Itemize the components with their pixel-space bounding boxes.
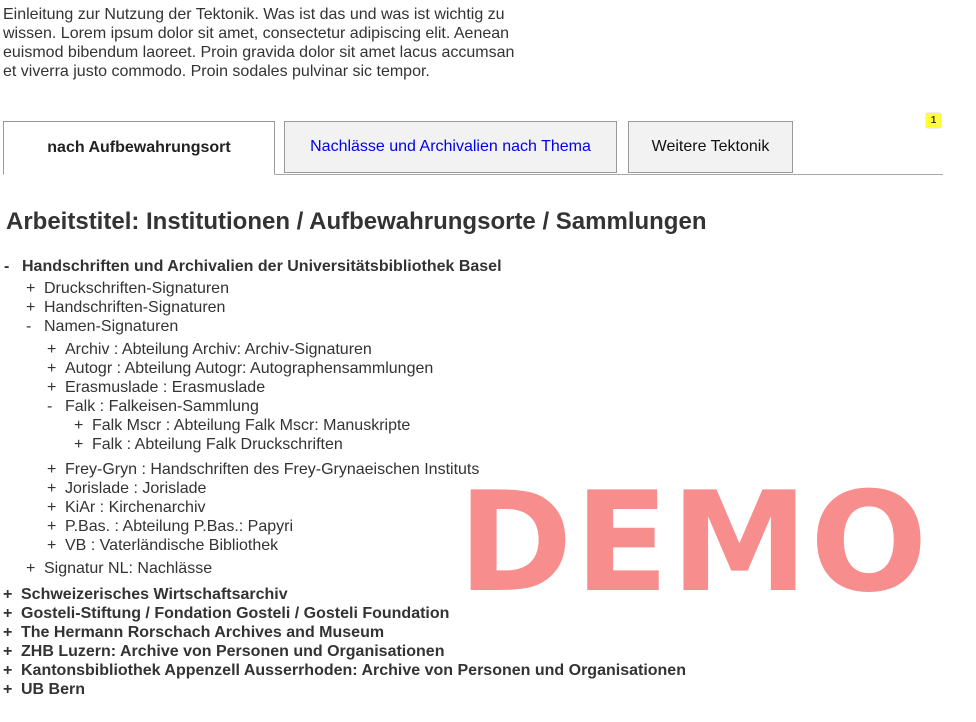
intro-line: euismod bibendum laoreet. Proin gravida … <box>3 44 515 61</box>
tree-node-druckschriften[interactable]: + Druckschriften-Signaturen <box>26 279 229 298</box>
tree-node-label: Erasmuslade : Erasmuslade <box>65 379 266 396</box>
tree-node-rorschach[interactable]: + The Hermann Rorschach Archives and Muse… <box>3 623 384 642</box>
tree-node-falk[interactable]: - Falk : Falkeisen-Sammlung <box>47 397 259 416</box>
intro-line: Einleitung zur Nutzung der Tektonik. Was… <box>3 6 505 23</box>
expand-toggle[interactable]: + <box>74 416 92 435</box>
tab-weitere-tektonik[interactable]: Weitere Tektonik <box>628 121 793 173</box>
tree-node-gosteli[interactable]: + Gosteli-Stiftung / Fondation Gosteli / … <box>3 604 449 623</box>
intro-line: et viverra justo commodo. Proin sodales … <box>3 63 430 80</box>
expand-toggle[interactable]: + <box>3 661 21 680</box>
tree-node-label: Falk Mscr : Abteilung Falk Mscr: Manuskr… <box>92 417 411 434</box>
expand-toggle[interactable]: + <box>3 604 21 623</box>
tree-node-label: Schweizerisches Wirtschaftsarchiv <box>21 586 288 603</box>
expand-toggle[interactable]: + <box>47 359 65 378</box>
intro-line: wissen. Lorem ipsum dolor sit amet, cons… <box>3 25 510 42</box>
tab-aufbewahrungsort[interactable]: nach Aufbewahrungsort <box>3 121 275 175</box>
page-title: Arbeitstitel: Institutionen / Aufbewahru… <box>6 208 707 235</box>
tree-node-label: Jorislade : Jorislade <box>65 480 207 497</box>
tree-node-frey-gryn[interactable]: + Frey-Gryn : Handschriften des Frey-Gryn… <box>47 460 479 479</box>
tree-node-pbas[interactable]: + P.Bas. : Abteilung P.Bas.: Papyri <box>47 517 293 536</box>
tree-node-label: Handschriften und Archivalien der Univer… <box>22 258 502 275</box>
tree-node-label: Kantonsbibliothek Appenzell Ausserrhoden… <box>21 662 686 679</box>
tree-node-label: Namen-Signaturen <box>44 318 179 335</box>
demo-watermark: DEMO <box>458 462 930 623</box>
tree-node-appenzell[interactable]: + Kantonsbibliothek Appenzell Ausserrhode… <box>3 661 686 680</box>
intro-text: Einleitung zur Nutzung der Tektonik. Was… <box>3 5 523 81</box>
expand-toggle[interactable]: + <box>3 585 21 604</box>
expand-toggle[interactable]: + <box>26 279 44 298</box>
expand-toggle[interactable]: + <box>47 460 65 479</box>
tree-node-kiar[interactable]: + KiAr : Kirchenarchiv <box>47 498 206 517</box>
tree-node-label: Signatur NL: Nachlässe <box>44 560 213 577</box>
tree-node-label: ZHB Luzern: Archive von Personen und Org… <box>21 643 445 660</box>
tree-node-ub-basel[interactable]: - Handschriften und Archivalien der Unive… <box>4 257 502 276</box>
tree-node-label: UB Bern <box>21 681 86 698</box>
tree-node-label: Druckschriften-Signaturen <box>44 280 229 297</box>
tree-node-autogr[interactable]: + Autogr : Abteilung Autogr: Autographens… <box>47 359 433 378</box>
tree-node-label: The Hermann Rorschach Archives and Museu… <box>21 624 385 641</box>
tree-node-label: Gosteli-Stiftung / Fondation Gosteli / G… <box>21 605 450 622</box>
expand-toggle[interactable]: + <box>26 298 44 317</box>
expand-toggle[interactable]: + <box>47 378 65 397</box>
expand-toggle[interactable]: + <box>47 498 65 517</box>
expand-toggle[interactable]: + <box>3 642 21 661</box>
tree-node-label: Archiv : Abteilung Archiv: Archiv-Signat… <box>65 341 372 358</box>
expand-toggle[interactable]: + <box>47 479 65 498</box>
tree-node-falk-mscr[interactable]: + Falk Mscr : Abteilung Falk Mscr: Manusk… <box>74 416 410 435</box>
expand-toggle[interactable]: + <box>47 536 65 555</box>
tree-node-signatur-nl[interactable]: + Signatur NL: Nachlässe <box>26 559 212 578</box>
tree-node-vb[interactable]: + VB : Vaterländische Bibliothek <box>47 536 278 555</box>
tree-node-namen-signaturen[interactable]: - Namen-Signaturen <box>26 317 178 336</box>
expand-toggle[interactable]: + <box>47 340 65 359</box>
tree-node-label: Handschriften-Signaturen <box>44 299 226 316</box>
tree-node-erasmuslade[interactable]: + Erasmuslade : Erasmuslade <box>47 378 265 397</box>
tree-node-label: P.Bas. : Abteilung P.Bas.: Papyri <box>65 518 293 535</box>
collapse-toggle[interactable]: - <box>4 257 22 276</box>
tree-node-label: Falk : Abteilung Falk Druckschriften <box>92 436 343 453</box>
tree-node-label: KiAr : Kirchenarchiv <box>65 499 206 516</box>
tree-node-wirtschaftsarchiv[interactable]: + Schweizerisches Wirtschaftsarchiv <box>3 585 288 604</box>
collapse-toggle[interactable]: - <box>47 397 65 416</box>
expand-toggle[interactable]: + <box>74 435 92 454</box>
expand-toggle[interactable]: + <box>3 623 21 642</box>
tree-node-label: VB : Vaterländische Bibliothek <box>65 537 279 554</box>
tree-node-jorislade[interactable]: + Jorislade : Jorislade <box>47 479 206 498</box>
notification-badge[interactable]: 1 <box>926 113 941 128</box>
tree-node-ub-bern[interactable]: + UB Bern <box>3 680 85 699</box>
tree-node-handschriften[interactable]: + Handschriften-Signaturen <box>26 298 225 317</box>
tree-node-falk-druck[interactable]: + Falk : Abteilung Falk Druckschriften <box>74 435 343 454</box>
tab-nach-thema[interactable]: Nachlässe und Archivalien nach Thema <box>284 121 617 173</box>
tree-node-label: Autogr : Abteilung Autogr: Autographensa… <box>65 360 434 377</box>
tree-node-zhb-luzern[interactable]: + ZHB Luzern: Archive von Personen und Or… <box>3 642 444 661</box>
expand-toggle[interactable]: + <box>26 559 44 578</box>
tab-bar: nach Aufbewahrungsort Nachlässe und Arch… <box>3 121 943 175</box>
expand-toggle[interactable]: + <box>47 517 65 536</box>
collapse-toggle[interactable]: - <box>26 317 44 336</box>
expand-toggle[interactable]: + <box>3 680 21 699</box>
tree-node-archiv[interactable]: + Archiv : Abteilung Archiv: Archiv-Signa… <box>47 340 372 359</box>
tree-node-label: Falk : Falkeisen-Sammlung <box>65 398 259 415</box>
tree-node-label: Frey-Gryn : Handschriften des Frey-Gryna… <box>65 461 480 478</box>
